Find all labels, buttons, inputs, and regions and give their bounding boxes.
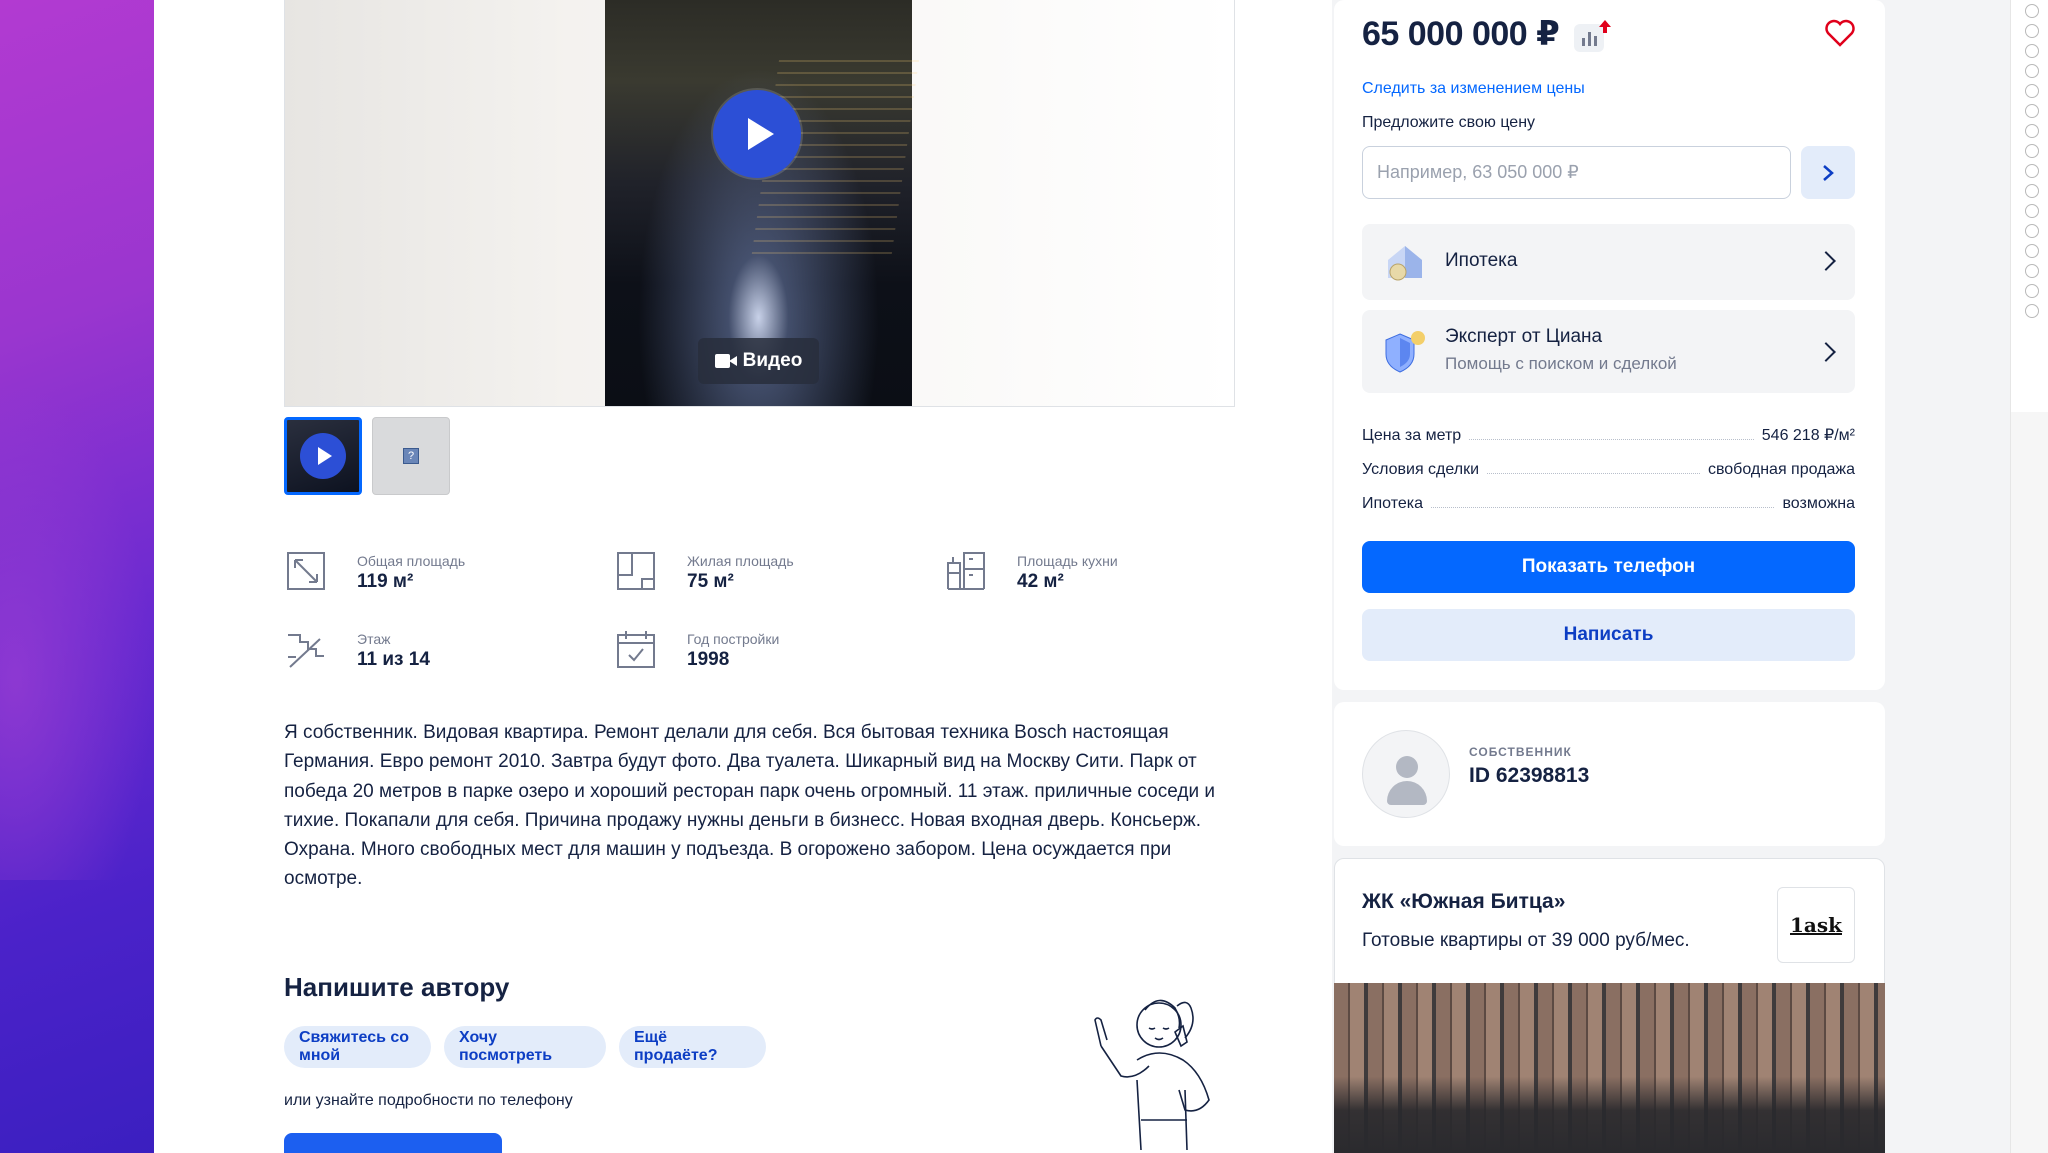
dotted-leader <box>1469 439 1754 440</box>
detail-key: Цена за метр <box>1362 427 1462 444</box>
play-icon[interactable] <box>713 90 801 178</box>
avatar <box>1362 730 1450 818</box>
feature-label: Год постройки <box>687 631 780 647</box>
listing-page: Видео ? Общая площадь 119 м² Жилая площа… <box>154 0 2010 1153</box>
chevron-right-icon <box>1823 164 1834 181</box>
fire-icon <box>2025 284 2039 298</box>
building-photo[interactable] <box>1334 983 1885 1153</box>
play-icon <box>300 433 346 479</box>
fire-icon <box>2025 24 2039 38</box>
chip-contact-me[interactable]: Свяжитесь со мной <box>284 1026 431 1068</box>
video-preview[interactable]: Видео <box>605 0 920 406</box>
detail-mortgage: Ипотека возможна <box>1362 491 1855 513</box>
developer-logo: 1ask <box>1777 887 1855 963</box>
chevron-right-icon <box>1816 251 1836 271</box>
owner-id[interactable]: ID 62398813 <box>1469 764 1589 788</box>
mortgage-row[interactable]: Ипотека <box>1362 224 1855 300</box>
feature-value: 119 м² <box>357 571 414 592</box>
fire-icon <box>2025 104 2039 118</box>
avatar-body <box>1387 781 1427 805</box>
fire-icon <box>2025 264 2039 278</box>
feature-value: 42 м² <box>1017 571 1064 592</box>
video-badge[interactable]: Видео <box>698 338 819 384</box>
detail-key: Ипотека <box>1362 495 1424 512</box>
detail-value: 546 218 ₽/м² <box>1761 427 1855 444</box>
feature-label: Жилая площадь <box>687 553 794 569</box>
feature-label: Этаж <box>357 631 391 647</box>
feature-label: Площадь кухни <box>1017 553 1118 569</box>
fire-icon <box>2025 44 2039 58</box>
offer-submit-button[interactable] <box>1801 146 1855 199</box>
stairs-icon <box>288 634 324 668</box>
detail-price-per-meter: Цена за метр 546 218 ₽/м² <box>1362 423 1855 445</box>
offer-price-input[interactable] <box>1362 146 1791 199</box>
jk-title[interactable]: ЖК «Южная Битца» <box>1362 890 1565 914</box>
follow-price-link[interactable]: Следить за изменением цены <box>1362 80 1585 98</box>
show-phone-button[interactable]: Показать телефон <box>1362 541 1855 593</box>
photo-gallery[interactable]: Видео <box>284 0 1235 407</box>
feature-value: 11 из 14 <box>357 649 430 670</box>
developer-logo-text: 1ask <box>1790 913 1842 937</box>
expert-row[interactable]: Эксперт от Циана Помощь с поиском и сдел… <box>1362 310 1855 393</box>
area-icon <box>287 552 325 590</box>
detail-value: свободная продажа <box>1707 461 1855 478</box>
or-phone-text: или узнайте подробности по телефону <box>284 1092 573 1109</box>
fire-icon <box>2025 124 2039 138</box>
fire-icon <box>2025 84 2039 98</box>
detail-key: Условия сделки <box>1362 461 1480 478</box>
listing-description: Я собственник. Видовая квартира. Ремонт … <box>284 722 1215 890</box>
fire-icon <box>2025 164 2039 178</box>
dotted-leader <box>1431 507 1775 508</box>
desktop-wallpaper <box>0 0 154 1153</box>
fire-icon <box>2025 304 2039 318</box>
broken-image-icon: ? <box>403 448 419 464</box>
house-coin-icon <box>1388 246 1422 281</box>
feature-value: 1998 <box>687 649 730 670</box>
background-window-edge <box>2010 0 2048 1153</box>
write-author-title: Напишите автору <box>284 972 510 1002</box>
fire-icon <box>2025 224 2039 238</box>
dotted-leader <box>1487 473 1700 474</box>
fire-icon <box>2025 4 2039 18</box>
heart-icon[interactable] <box>1824 18 1856 48</box>
owner-type-label: СОБСТВЕННИК <box>1469 745 1572 759</box>
thumbnail-video[interactable] <box>284 417 362 495</box>
thumbnail-image[interactable]: ? <box>372 417 450 495</box>
fire-icon <box>2025 244 2039 258</box>
girl-with-phone-illustration <box>1094 999 1210 1151</box>
detail-deal-terms: Условия сделки свободная продажа <box>1362 457 1855 479</box>
background-panel <box>2011 412 2048 1153</box>
fire-icon <box>2025 144 2039 158</box>
expert-title: Эксперт от Циана <box>1445 326 1603 347</box>
feature-value: 75 м² <box>687 571 734 592</box>
video-camera-icon <box>714 354 737 368</box>
chip-want-to-see[interactable]: Хочу посмотреть <box>444 1026 606 1068</box>
feature-label: Общая площадь <box>357 553 466 569</box>
expert-subtitle: Помощь с поиском и сделкой <box>1445 354 1677 373</box>
offer-price-label: Предложите свою цену <box>1362 114 1536 131</box>
mortgage-title: Ипотека <box>1445 250 1518 271</box>
fire-icon <box>2025 64 2039 78</box>
chevron-right-icon <box>1816 342 1836 362</box>
fire-icon <box>2025 184 2039 198</box>
fire-icon <box>2025 204 2039 218</box>
price: 65 000 000 ₽ <box>1362 15 1560 53</box>
avatar-head <box>1396 756 1418 778</box>
detail-value: возможна <box>1782 495 1855 512</box>
video-badge-label: Видео <box>742 350 803 371</box>
shield-icon <box>1385 331 1425 373</box>
kitchen-icon <box>947 552 985 590</box>
price-history-icon[interactable] <box>1572 18 1612 54</box>
icon-column <box>2025 0 2047 324</box>
living-area-icon <box>617 552 655 590</box>
chip-still-selling[interactable]: Ещё продаёте? <box>619 1026 766 1068</box>
write-button[interactable]: Написать <box>1362 609 1855 661</box>
calendar-icon <box>617 631 655 668</box>
jk-subtitle: Готовые квартиры от 39 000 руб/мес. <box>1362 930 1690 951</box>
show-phone-button-bottom[interactable] <box>284 1133 502 1153</box>
